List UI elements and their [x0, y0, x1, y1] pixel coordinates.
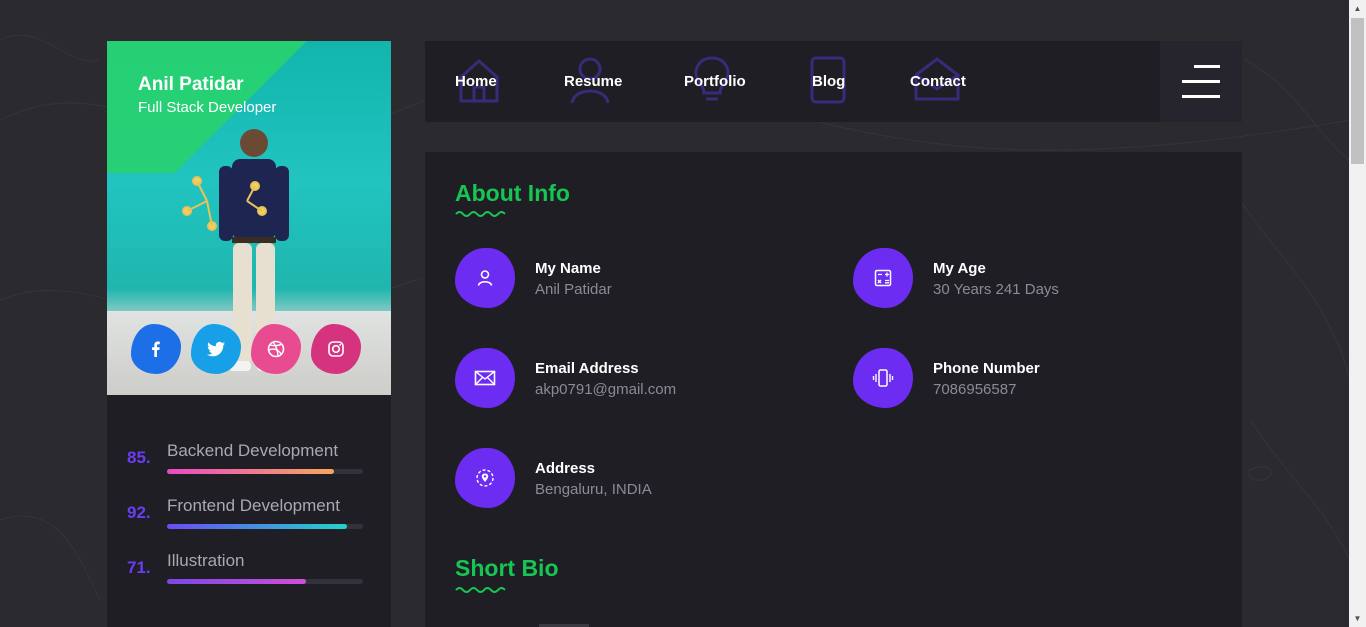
info-icon-badge: [853, 348, 913, 408]
skill-progress-fill: [167, 579, 307, 584]
skill-progress-track: [167, 524, 363, 529]
user-icon: [477, 270, 493, 286]
skill-backend: 85. Backend Development: [127, 436, 367, 491]
page-scrollbar[interactable]: ▲ ▼: [1349, 0, 1366, 627]
nav-item-portfolio[interactable]: Portfolio: [684, 41, 746, 122]
skill-progress-track: [167, 469, 363, 474]
info-email: Email Address akp0791@gmail.com: [455, 348, 815, 410]
instagram-link[interactable]: [311, 324, 361, 374]
nav-label[interactable]: Portfolio: [684, 73, 746, 90]
nav-item-blog[interactable]: Blog: [810, 41, 846, 122]
about-title: About Info: [455, 180, 570, 206]
info-title: My Age: [933, 260, 986, 277]
title-wave-decoration: [455, 211, 506, 217]
info-value[interactable]: 7086956587: [933, 381, 1016, 398]
skill-label: Backend Development: [167, 441, 339, 460]
nav-item-resume[interactable]: Resume: [564, 41, 622, 122]
skill-illustration: 71. Illustration: [127, 546, 367, 601]
info-icon-badge: [455, 348, 515, 408]
about-panel: About Info My Name Anil Patidar My Age 3…: [425, 152, 1242, 627]
instagram-icon: [328, 341, 344, 357]
profile-photo: Anil Patidar Full Stack Developer: [107, 41, 391, 395]
nav-item-home[interactable]: Home: [455, 41, 499, 122]
info-value[interactable]: akp0791@gmail.com: [535, 381, 676, 398]
info-icon-badge: [455, 248, 515, 308]
twitter-link[interactable]: [191, 324, 241, 374]
info-icon-badge: [853, 248, 913, 308]
skill-frontend: 92. Frontend Development: [127, 491, 367, 546]
info-title: Email Address: [535, 360, 639, 377]
bio-title: Short Bio: [455, 555, 559, 581]
twitter-icon: [207, 341, 225, 357]
dribbble-icon: [267, 340, 285, 358]
info-title: Address: [535, 460, 596, 477]
skill-percent: 92.: [127, 503, 151, 522]
skill-label: Illustration: [167, 551, 245, 570]
skill-progress-track: [167, 579, 363, 584]
info-title: Phone Number: [933, 360, 1040, 377]
nav-label[interactable]: Contact: [910, 73, 966, 90]
skills-list: 85. Backend Development 92. Frontend Dev…: [127, 436, 367, 601]
info-value: 30 Years 241 Days: [933, 281, 1059, 298]
info-value: Bengaluru, INDIA: [535, 481, 652, 498]
menu-button[interactable]: [1160, 41, 1242, 122]
info-icon-badge: [455, 448, 515, 508]
skill-percent: 85.: [127, 448, 151, 467]
calculator-icon: [874, 269, 892, 287]
skill-progress-fill: [167, 469, 334, 474]
nav-label[interactable]: Home: [455, 73, 497, 90]
profile-card: Anil Patidar Full Stack Developer 85. Ba…: [107, 41, 391, 627]
social-links: [131, 324, 361, 374]
info-value: Anil Patidar: [535, 281, 612, 298]
info-title: My Name: [535, 260, 601, 277]
scroll-down-arrow-icon[interactable]: ▼: [1349, 610, 1366, 627]
hamburger-icon: [1182, 64, 1220, 99]
scrollbar-thumb[interactable]: [1351, 18, 1364, 164]
location-pin-icon: [476, 469, 494, 487]
envelope-icon: [474, 370, 496, 386]
profile-name: Anil Patidar: [138, 74, 244, 95]
facebook-icon: [152, 341, 160, 357]
facebook-link[interactable]: [131, 324, 181, 374]
info-address: Address Bengaluru, INDIA: [455, 448, 815, 510]
phone-vibrate-icon: [872, 369, 894, 387]
dribbble-link[interactable]: [251, 324, 301, 374]
info-age: My Age 30 Years 241 Days: [853, 248, 1213, 310]
top-navigation: Home Resume Portfolio Blog Contact: [425, 41, 1160, 122]
skill-label: Frontend Development: [167, 496, 340, 515]
profile-role: Full Stack Developer: [138, 99, 277, 116]
info-name: My Name Anil Patidar: [455, 248, 815, 310]
nav-label[interactable]: Resume: [564, 73, 622, 90]
skill-progress-fill: [167, 524, 348, 529]
nav-item-contact[interactable]: Contact: [910, 41, 966, 122]
nav-label[interactable]: Blog: [812, 73, 845, 90]
info-phone: Phone Number 7086956587: [853, 348, 1213, 410]
skill-percent: 71.: [127, 558, 151, 577]
title-wave-decoration: [455, 587, 506, 593]
scroll-up-arrow-icon[interactable]: ▲: [1349, 0, 1366, 17]
